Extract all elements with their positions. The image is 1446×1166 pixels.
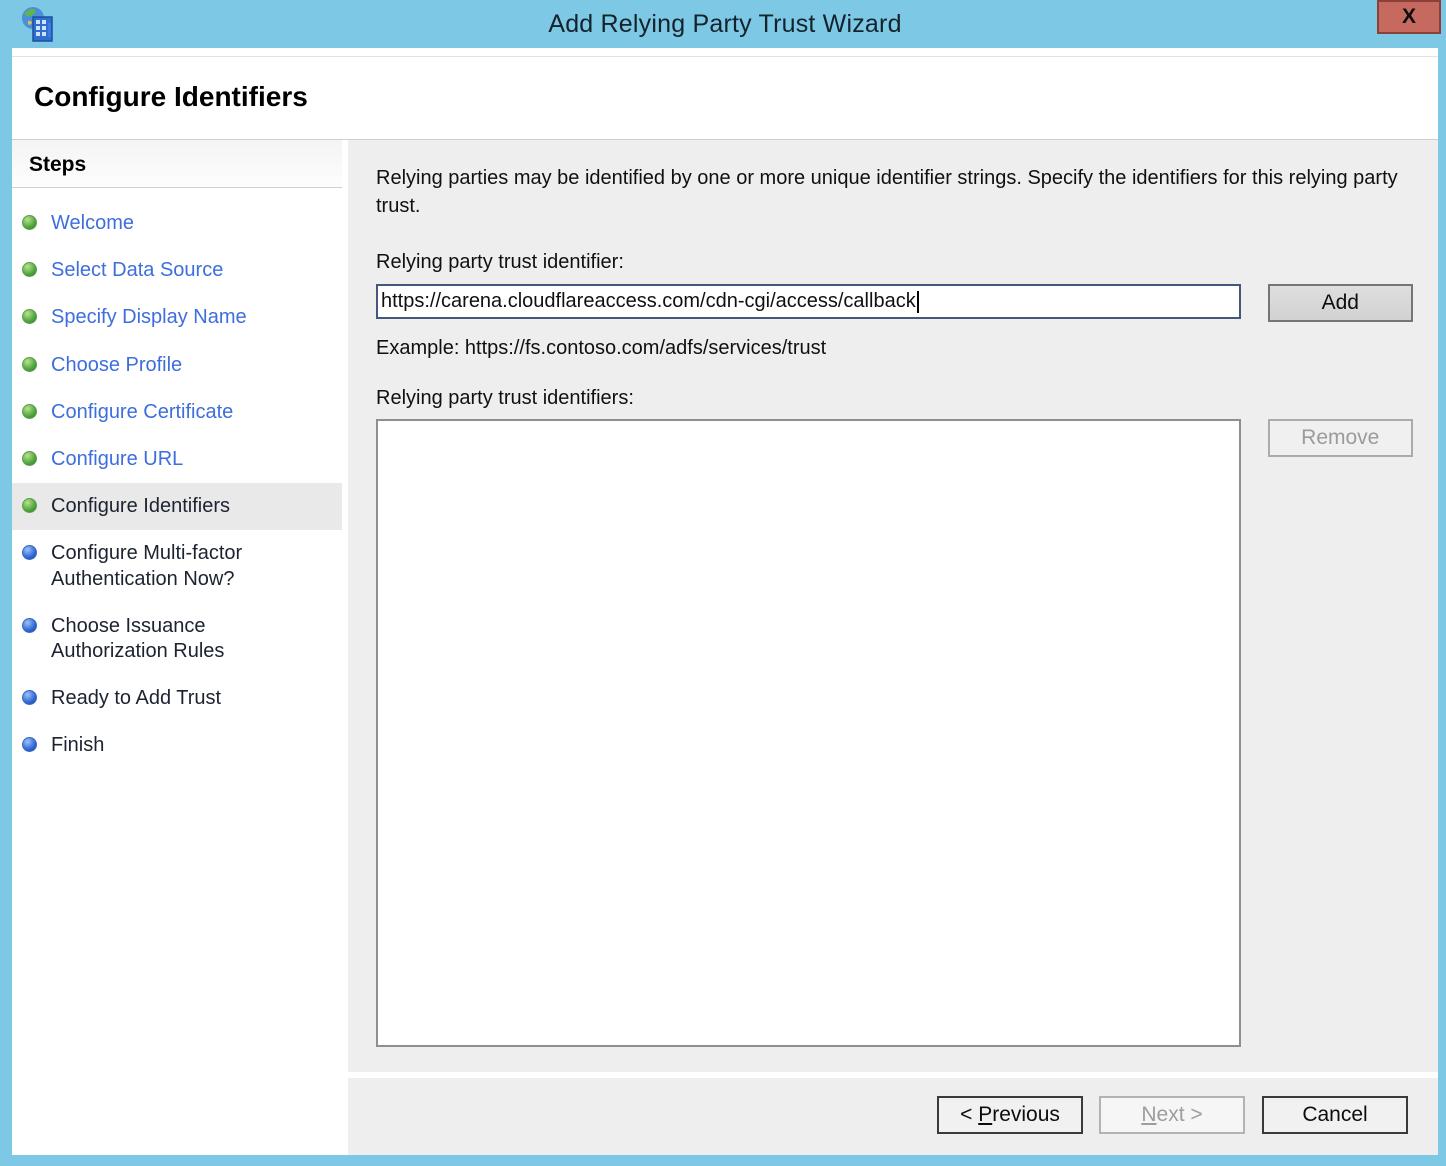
step-status-icon (22, 404, 37, 419)
step-configure-url[interactable]: Configure URL (12, 436, 342, 483)
title-bar: Add Relying Party Trust Wizard X (12, 0, 1438, 48)
previous-button[interactable]: < Previous (937, 1096, 1083, 1134)
identifier-field-label: Relying party trust identifier: (376, 251, 1413, 274)
step-welcome[interactable]: Welcome (12, 200, 342, 247)
close-button[interactable]: X (1377, 0, 1441, 34)
step-status-icon (22, 618, 37, 633)
step-configure-mfa: Configure Multi-factor Authentication No… (12, 530, 342, 602)
wizard-button-bar: < Previous Next > Cancel (348, 1078, 1438, 1155)
identifiers-listbox[interactable] (376, 419, 1241, 1047)
add-button[interactable]: Add (1268, 284, 1413, 322)
steps-list: Welcome Select Data Source Specify Displ… (12, 200, 342, 769)
page-header: Configure Identifiers (12, 56, 1438, 140)
step-status-icon (22, 690, 37, 705)
wizard-window: Add Relying Party Trust Wizard X Configu… (0, 0, 1446, 1166)
next-button: Next > (1099, 1096, 1245, 1134)
step-status-icon (22, 545, 37, 560)
step-status-icon (22, 737, 37, 752)
remove-button: Remove (1268, 419, 1413, 457)
step-status-icon (22, 498, 37, 513)
step-status-icon (22, 451, 37, 466)
identifier-input-value: https://carena.cloudflareaccess.com/cdn-… (381, 290, 916, 313)
text-caret (917, 291, 919, 313)
step-status-icon (22, 215, 37, 230)
cancel-button[interactable]: Cancel (1262, 1096, 1408, 1134)
close-icon: X (1402, 5, 1416, 29)
page-title: Configure Identifiers (12, 57, 1438, 113)
step-status-icon (22, 309, 37, 324)
step-finish: Finish (12, 722, 342, 769)
step-configure-certificate[interactable]: Configure Certificate (12, 389, 342, 436)
step-select-data-source[interactable]: Select Data Source (12, 247, 342, 294)
step-specify-display-name[interactable]: Specify Display Name (12, 294, 342, 341)
content-pane: Relying parties may be identified by one… (348, 140, 1438, 1072)
step-status-icon (22, 262, 37, 277)
window-body: Configure Identifiers Steps Welcome Sele… (12, 48, 1438, 1155)
steps-heading: Steps (12, 140, 342, 188)
identifiers-list-label: Relying party trust identifiers: (376, 387, 1413, 410)
steps-sidebar: Steps Welcome Select Data Source Specify… (12, 140, 342, 1155)
identifier-input[interactable]: https://carena.cloudflareaccess.com/cdn-… (376, 284, 1241, 319)
step-choose-issuance-rules: Choose Issuance Authorization Rules (12, 603, 342, 675)
step-configure-identifiers[interactable]: Configure Identifiers (12, 483, 342, 530)
window-title: Add Relying Party Trust Wizard (12, 0, 1438, 48)
step-status-icon (22, 357, 37, 372)
step-ready-to-add-trust: Ready to Add Trust (12, 675, 342, 722)
intro-text: Relying parties may be identified by one… (376, 165, 1401, 220)
example-text: Example: https://fs.contoso.com/adfs/ser… (376, 337, 1413, 360)
step-choose-profile[interactable]: Choose Profile (12, 342, 342, 389)
